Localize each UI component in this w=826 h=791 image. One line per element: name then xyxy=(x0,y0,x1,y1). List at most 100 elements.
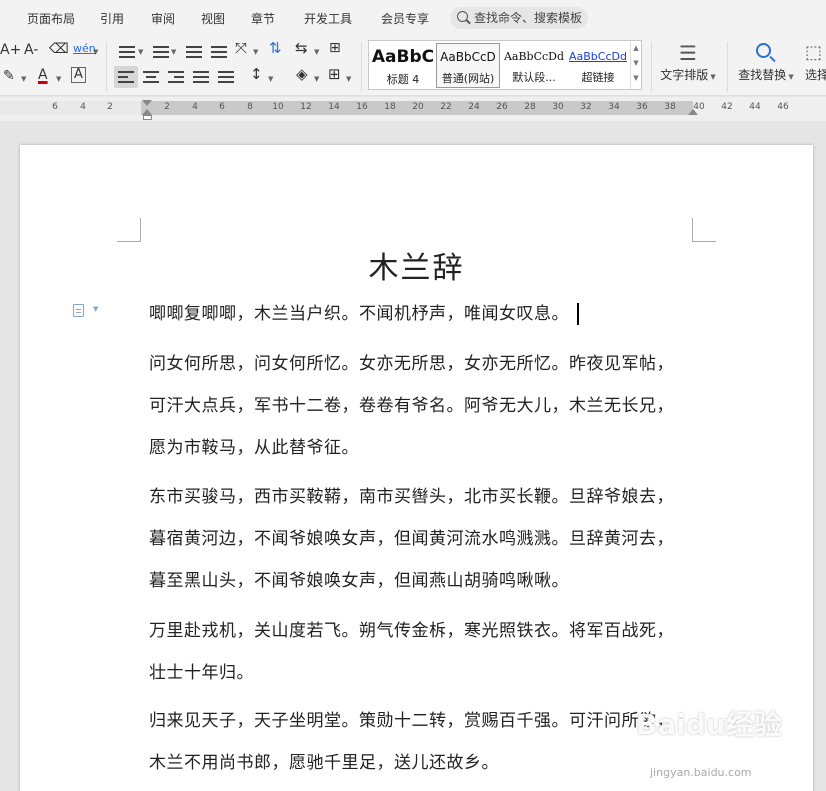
tab-review[interactable]: 审阅 xyxy=(151,10,175,27)
menu-bar: 页面布局 引用 审阅 视图 章节 开发工具 会员专享 查找命令、搜索模板 xyxy=(0,0,826,36)
horizontal-ruler[interactable]: 6 4 2 2 4 6 8 10 12 14 16 18 20 22 24 26… xyxy=(0,97,826,121)
tab-view[interactable]: 视图 xyxy=(201,10,225,27)
sort-icon[interactable]: ⇅ xyxy=(269,40,282,56)
bullet-list-icon[interactable] xyxy=(119,46,135,58)
right-indent-marker[interactable] xyxy=(688,109,698,115)
document-workspace: ▼ 木兰辞 唧唧复唧唧，木兰当户织。不闻机杼声，唯闻女叹息。 问女何所思，问女何… xyxy=(0,121,826,791)
text-line[interactable]: 唧唧复唧唧，木兰当户织。不闻机杼声，唯闻女叹息。 xyxy=(149,299,579,325)
command-search[interactable]: 查找命令、搜索模板 xyxy=(450,7,588,29)
justify-icon[interactable] xyxy=(193,71,209,83)
font-shrink-button[interactable]: A- xyxy=(24,42,38,58)
baidu-watermark: Baidu经验 xyxy=(636,708,782,741)
borders-icon[interactable]: ⊞ xyxy=(328,66,341,82)
toolbar-divider xyxy=(106,42,107,92)
style-name: 标题 4 xyxy=(386,73,420,86)
find-icon xyxy=(735,40,797,66)
ruler-tick: 32 xyxy=(580,102,592,112)
style-sample: AaBbCcDd xyxy=(503,50,565,63)
numbered-list-dropdown[interactable]: ▼ xyxy=(171,42,176,60)
text-line[interactable]: 可汗大点兵，军书十二卷，卷卷有爷名。阿爷无大儿，木兰无长兄， xyxy=(149,391,674,416)
select-label: 选择 xyxy=(805,68,826,82)
select-button[interactable]: ⬚ 选择 xyxy=(805,40,826,83)
ruler-tick: 26 xyxy=(496,102,508,112)
text-layout-button[interactable]: ☰ 文字排版 ▼ xyxy=(657,40,719,83)
text-line[interactable]: 暮至黑山头，不闻爷娘唤女声，但闻燕山胡骑鸣啾啾。 xyxy=(149,566,569,591)
shading-icon[interactable]: ◈ xyxy=(296,66,308,82)
tab-developer-tools[interactable]: 开发工具 xyxy=(304,10,352,27)
document-page[interactable]: ▼ 木兰辞 唧唧复唧唧，木兰当户织。不闻机杼声，唯闻女叹息。 问女何所思，问女何… xyxy=(20,145,813,791)
style-default-paragraph[interactable]: AaBbCcDd 默认段... xyxy=(502,43,566,88)
paragraph-handle-dropdown[interactable]: ▼ xyxy=(93,305,98,313)
text-line[interactable]: 愿为市鞍马，从此替爷征。 xyxy=(149,433,359,458)
baidu-watermark-url: jingyan.baidu.com xyxy=(650,766,752,779)
numbered-list-icon[interactable] xyxy=(153,46,169,58)
first-line-indent-marker[interactable] xyxy=(142,100,152,106)
ruler-tick: 2 xyxy=(107,102,113,112)
decrease-indent-icon[interactable] xyxy=(186,46,202,58)
text-line[interactable]: 万里赴戎机，关山度若飞。朔气传金柝，寒光照铁衣。将军百战死， xyxy=(149,616,674,641)
show-hide-marks-dropdown[interactable]: ▼ xyxy=(314,42,319,60)
search-icon xyxy=(457,11,468,22)
bullet-list-dropdown[interactable]: ▼ xyxy=(138,42,143,60)
margin-corner-mark xyxy=(692,218,716,242)
text-line[interactable]: 暮宿黄河边，不闻爷娘唤女声，但闻黄河流水鸣溅溅。旦辞黄河去， xyxy=(149,524,674,549)
ruler-margin-left xyxy=(0,101,141,115)
text-line[interactable]: 木兰不用尚书郎，愿驰千里足，送儿还故乡。 xyxy=(149,748,499,773)
gallery-scrollbar[interactable]: ▲ ▼ ▼ xyxy=(630,41,641,89)
borders-dropdown[interactable]: ▼ xyxy=(346,69,351,87)
shading-dropdown[interactable]: ▼ xyxy=(314,69,319,87)
tab-section[interactable]: 章节 xyxy=(251,10,275,27)
text-line[interactable]: 归来见天子，天子坐明堂。策勋十二转，赏赐百千强。可汗问所欲， xyxy=(149,706,674,731)
style-heading-4[interactable]: AaBbC 标题 4 xyxy=(371,43,435,88)
line-spacing-dropdown[interactable]: ▼ xyxy=(268,69,273,87)
style-hyperlink[interactable]: AaBbCcDd 超链接 xyxy=(567,43,629,88)
style-name: 默认段... xyxy=(512,71,556,84)
ruler-tick: 10 xyxy=(272,102,284,112)
align-left-icon xyxy=(118,71,134,83)
ruler-tick: 28 xyxy=(524,102,536,112)
align-center-icon[interactable] xyxy=(143,71,159,83)
align-left-button[interactable] xyxy=(114,66,138,88)
ruler-tick: 20 xyxy=(412,102,424,112)
ruler-tick: 42 xyxy=(721,102,733,112)
distributed-align-icon[interactable] xyxy=(218,71,234,83)
style-normal-web[interactable]: AaBbCcD 普通(网站) xyxy=(436,43,500,88)
chinese-layout-icon[interactable]: ⤧ xyxy=(235,40,247,56)
paragraph-handle-icon[interactable] xyxy=(73,304,84,317)
text-line[interactable]: 壮士十年归。 xyxy=(149,658,254,683)
align-right-icon[interactable] xyxy=(168,71,184,83)
tab-references[interactable]: 引用 xyxy=(100,10,124,27)
tab-page-layout[interactable]: 页面布局 xyxy=(27,10,75,27)
document-title[interactable]: 木兰辞 xyxy=(20,243,813,287)
increase-indent-icon[interactable] xyxy=(211,46,227,58)
table-tools-icon[interactable]: ⊞ xyxy=(329,40,341,56)
ruler-tick: 14 xyxy=(328,102,340,112)
chevron-up-icon[interactable]: ▲ xyxy=(631,41,641,56)
ruler-tick: 8 xyxy=(247,102,253,112)
font-color-button[interactable]: A xyxy=(38,67,48,83)
toolbar-divider xyxy=(361,42,362,92)
show-hide-marks-icon[interactable]: ⇆ xyxy=(295,40,308,56)
chevron-down-icon[interactable]: ▼ xyxy=(631,56,641,71)
text-line[interactable]: 问女何所思，问女何所忆。女亦无所思，女亦无所忆。昨夜见军帖， xyxy=(149,349,674,374)
ruler-tick: 22 xyxy=(440,102,452,112)
line-spacing-icon[interactable]: ↕ xyxy=(250,66,263,82)
ruler-tick: 4 xyxy=(80,102,86,112)
highlight-dropdown[interactable]: ▼ xyxy=(21,69,26,87)
char-border-button[interactable]: A xyxy=(71,67,86,83)
style-name: 普通(网站) xyxy=(441,72,495,85)
gallery-more-icon[interactable]: ▼ xyxy=(631,71,641,86)
eraser-icon[interactable]: ⌫ xyxy=(49,41,69,57)
ruler-tick: 36 xyxy=(636,102,648,112)
font-color-dropdown[interactable]: ▼ xyxy=(56,69,61,87)
left-indent-marker[interactable] xyxy=(143,115,152,120)
highlight-icon[interactable]: ✎ xyxy=(3,68,15,84)
find-replace-button[interactable]: 查找替换 ▼ xyxy=(735,40,797,83)
phonetic-dropdown[interactable]: ▼ xyxy=(93,42,98,60)
ruler-tick: 24 xyxy=(468,102,480,112)
tab-member-exclusive[interactable]: 会员专享 xyxy=(381,10,429,27)
text-line[interactable]: 东市买骏马，西市买鞍鞯，南市买辔头，北市买长鞭。旦辞爷娘去， xyxy=(149,482,674,507)
ruler-tick: 34 xyxy=(608,102,620,112)
chinese-layout-dropdown[interactable]: ▼ xyxy=(253,42,258,60)
font-grow-button[interactable]: A+ xyxy=(0,42,21,58)
